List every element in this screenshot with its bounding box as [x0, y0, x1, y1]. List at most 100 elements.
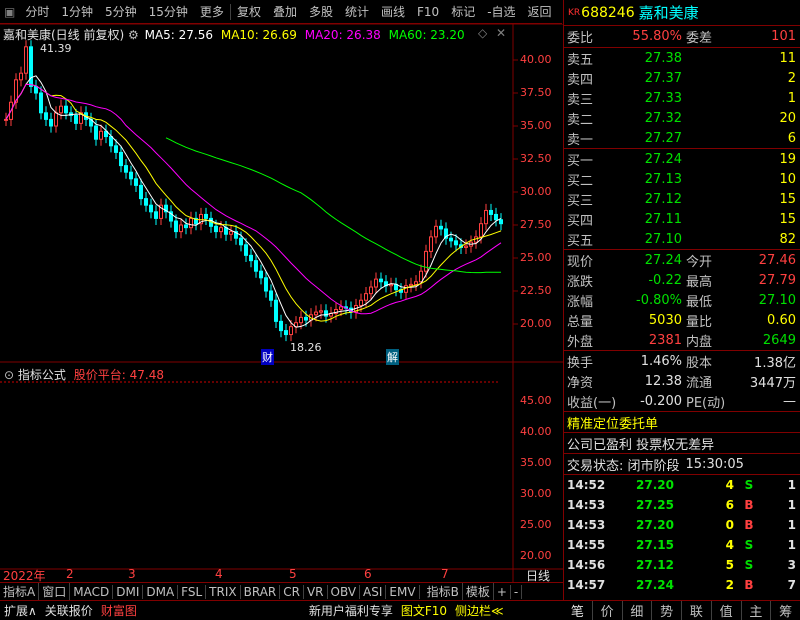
tick-volume: 2	[725, 578, 734, 592]
stats-button[interactable]: 统计	[339, 3, 375, 20]
tick-list: 14:52 27.20 4 S 1 14:53 27.25 6 B 1 14:53 27.20 0 B 1 1…	[564, 475, 800, 615]
ma10-label: MA10: 26.69	[220, 28, 297, 42]
add-indicator-button[interactable]: +	[494, 584, 511, 599]
candle-body	[254, 260, 258, 272]
f10-link[interactable]: 图文F10	[397, 602, 451, 619]
candle-body	[269, 290, 273, 301]
ask-row[interactable]: 卖二 27.32 20	[564, 108, 800, 128]
tab-trades[interactable]: 笔	[563, 601, 592, 620]
settings-icon[interactable]: ⚙	[128, 28, 139, 42]
tick-time: 14:56	[567, 558, 606, 572]
indicator-title[interactable]: 指标公式	[18, 368, 66, 382]
tab-window[interactable]: 窗口	[39, 583, 71, 600]
stat-label: 量比	[686, 314, 713, 330]
back-button[interactable]: 返回	[522, 3, 558, 20]
bid-row[interactable]: 买四 27.11 15	[564, 209, 800, 229]
tick-row: 14:53 27.20 0 B 1	[564, 515, 800, 535]
tab-asi[interactable]: ASI	[360, 584, 387, 599]
candle-body	[239, 237, 243, 246]
sidebar-toggle[interactable]: 侧边栏≪	[451, 602, 508, 619]
unlock-marker[interactable]: 解	[386, 349, 399, 365]
fortune-chart-button[interactable]: 财富图	[97, 602, 141, 619]
candle-body	[409, 283, 413, 287]
tab-detail[interactable]: 细	[621, 601, 652, 620]
tick-count: 1	[787, 478, 796, 492]
tab-dmi[interactable]: DMI	[113, 584, 144, 599]
tab-linked[interactable]: 联	[681, 601, 711, 620]
date-label: 4	[215, 567, 223, 581]
bid-volume: 19	[779, 151, 796, 167]
multi-stock-button[interactable]: 多股	[303, 3, 339, 20]
remove-indicator-button[interactable]: -	[511, 584, 523, 599]
candle-body	[114, 145, 118, 153]
tab-value[interactable]: 值	[710, 601, 741, 620]
tab-template[interactable]: 模板	[463, 583, 494, 600]
tab-dma[interactable]: DMA	[143, 584, 179, 599]
ask-volume: 6	[787, 130, 796, 146]
bid-row[interactable]: 买二 27.13 10	[564, 169, 800, 189]
f10-button[interactable]: F10	[411, 5, 445, 19]
precise-order-link[interactable]: 精准定位委托单	[564, 412, 800, 433]
remove-watchlist-button[interactable]: -自选	[481, 3, 521, 20]
tab-fsl[interactable]: FSL	[178, 584, 207, 599]
stat-label: 涨跌	[567, 274, 594, 290]
expand-button[interactable]: 扩展∧	[0, 602, 41, 619]
diamond-icon[interactable]: ◇	[478, 26, 487, 40]
bid-row[interactable]: 买三 27.12 15	[564, 189, 800, 209]
tab-more[interactable]: 更多	[194, 3, 230, 20]
ask-row[interactable]: 卖三 27.33 1	[564, 88, 800, 108]
tab-brar[interactable]: BRAR	[241, 584, 281, 599]
tab-vr[interactable]: VR	[304, 584, 328, 599]
precise-order-label[interactable]: 精准定位委托单	[564, 413, 658, 432]
tab-macd[interactable]: MACD	[70, 584, 114, 599]
candle-body	[24, 46, 28, 74]
tab-15min[interactable]: 15分钟	[143, 3, 194, 20]
menu-icon[interactable]: ▣	[0, 5, 19, 19]
promo-link[interactable]: 新用户福利专享	[305, 602, 397, 619]
tab-5min[interactable]: 5分钟	[99, 3, 143, 20]
bid-row[interactable]: 买五 27.10 82	[564, 229, 800, 249]
candle-body	[279, 320, 283, 332]
tab-chips[interactable]: 筹	[770, 601, 800, 620]
close-icon[interactable]: ✕	[496, 26, 506, 40]
ask-row[interactable]: 卖四 27.37 2	[564, 68, 800, 88]
candle-body	[264, 277, 268, 292]
ma20-label: MA20: 26.38	[304, 28, 381, 42]
candle-body	[359, 299, 363, 307]
fundamental-row: 收益(一) -0.200 PE(动) —	[564, 391, 800, 411]
ask-row[interactable]: 卖一 27.27 6	[564, 128, 800, 148]
bid-row[interactable]: 买一 27.24 19	[564, 149, 800, 169]
candle-body	[94, 125, 98, 140]
candle-body	[64, 105, 68, 114]
stat-value: 0.60	[767, 312, 796, 328]
tab-emv[interactable]: EMV	[386, 584, 420, 599]
tab-trix[interactable]: TRIX	[206, 584, 241, 599]
bid-price: 27.11	[644, 211, 682, 227]
kline-chart[interactable]	[0, 24, 563, 582]
ask-row[interactable]: 卖五 27.38 11	[564, 48, 800, 68]
restore-rights-button[interactable]: 复权	[231, 3, 267, 20]
tick-count: 1	[787, 518, 796, 532]
tab-main[interactable]: 主	[740, 601, 771, 620]
finance-marker[interactable]: 财	[261, 349, 274, 365]
candle-body	[339, 306, 343, 310]
draw-line-button[interactable]: 画线	[375, 3, 411, 20]
related-quotes-button[interactable]: 关联报价	[41, 602, 97, 619]
stat-label: 总量	[567, 314, 594, 330]
tab-cr[interactable]: CR	[280, 584, 304, 599]
tab-indicator-a[interactable]: 指标A	[0, 583, 40, 600]
tab-obv[interactable]: OBV	[328, 584, 361, 599]
bid-level-label: 买一	[567, 153, 594, 169]
ask-price: 27.32	[644, 110, 682, 126]
mark-button[interactable]: 标记	[445, 3, 481, 20]
tab-trend[interactable]: 势	[651, 601, 681, 620]
tab-indicator-b[interactable]: 指标B	[424, 583, 463, 600]
collapse-icon[interactable]: ⊙	[4, 368, 14, 382]
stat-value: 27.24	[644, 252, 682, 268]
candle-body	[4, 118, 8, 121]
candle-body	[484, 209, 488, 225]
tab-1min[interactable]: 1分钟	[55, 3, 99, 20]
tab-price[interactable]: 价	[591, 601, 622, 620]
overlay-button[interactable]: 叠加	[267, 3, 303, 20]
tab-intraday[interactable]: 分时	[19, 3, 55, 20]
